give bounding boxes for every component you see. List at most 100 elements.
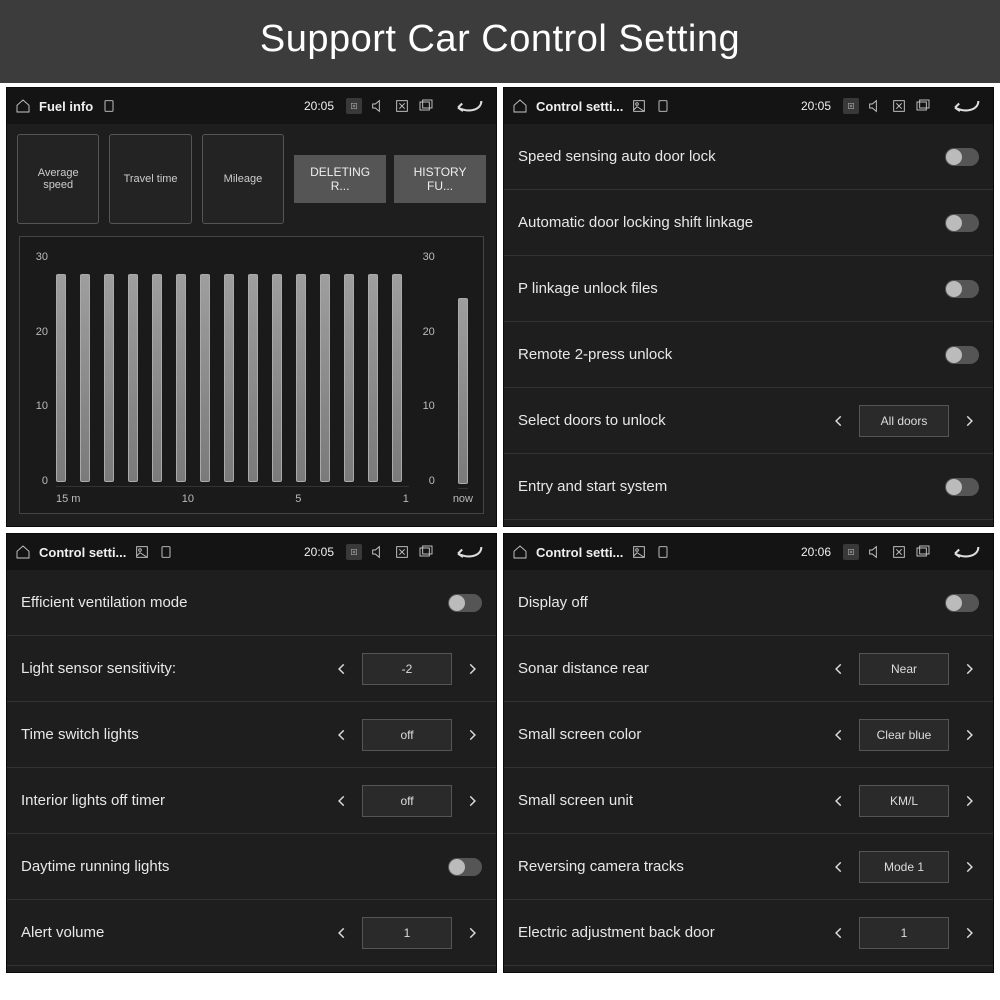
panel-control-settings-4: Control setti... 20:06 Display offSonar … (503, 533, 994, 973)
deleting-button[interactable]: DELETING R... (294, 155, 386, 203)
row-label: Light sensor sensitivity: (21, 660, 332, 677)
card-average-speed[interactable]: Average speed (17, 134, 99, 224)
home-icon[interactable] (15, 544, 31, 560)
close-app-icon[interactable] (394, 98, 410, 114)
settings-row: Interior lights off timer off (7, 768, 496, 834)
value-stepper: KM/L (829, 785, 979, 817)
settings-row: Daytime running lights (7, 834, 496, 900)
home-icon[interactable] (512, 98, 528, 114)
image-icon (631, 544, 647, 560)
settings-row: Time switch lightsoff (7, 702, 496, 768)
clock: 20:05 (304, 99, 334, 113)
close-app-icon[interactable] (394, 544, 410, 560)
settings-row: Sonar distance rearNear (504, 636, 993, 702)
chevron-left-icon[interactable] (829, 791, 849, 811)
panel-fuel-info: Fuel info 20:05 Average speed Travel tim… (6, 87, 497, 527)
chevron-right-icon[interactable] (462, 725, 482, 745)
chart-bar (296, 274, 306, 482)
recent-icon[interactable] (418, 98, 434, 114)
recent-icon[interactable] (915, 544, 931, 560)
value-stepper: Clear blue (829, 719, 979, 751)
stepper-value: Near (859, 653, 949, 685)
chevron-left-icon[interactable] (332, 659, 352, 679)
chevron-left-icon[interactable] (829, 659, 849, 679)
mute-icon[interactable] (370, 544, 386, 560)
toggle-switch[interactable] (448, 858, 482, 876)
sd-icon (101, 98, 117, 114)
toggle-switch[interactable] (945, 346, 979, 364)
row-label: Entry and start system (518, 478, 945, 495)
chevron-left-icon[interactable] (829, 725, 849, 745)
chevron-right-icon[interactable] (462, 923, 482, 943)
stepper-value: off (362, 785, 452, 817)
chevron-right-icon[interactable] (462, 791, 482, 811)
screenshot-icon[interactable] (843, 544, 859, 560)
mute-icon[interactable] (867, 544, 883, 560)
recent-icon[interactable] (418, 544, 434, 560)
screenshot-icon[interactable] (843, 98, 859, 114)
value-stepper: off (332, 785, 482, 817)
chart-bar (80, 274, 90, 482)
back-icon[interactable] (945, 94, 985, 118)
back-icon[interactable] (945, 540, 985, 564)
topbar: Control setti... 20:05 (504, 88, 993, 124)
chart-bar (56, 274, 66, 482)
home-icon[interactable] (15, 98, 31, 114)
chart-bar (368, 274, 378, 482)
topbar-title: Control setti... (536, 99, 623, 114)
card-mileage[interactable]: Mileage (202, 134, 284, 224)
card-travel-time[interactable]: Travel time (109, 134, 191, 224)
chevron-left-icon[interactable] (829, 411, 849, 431)
value-stepper: 1 (332, 917, 482, 949)
row-label: Electric adjustment back door (518, 924, 829, 941)
close-app-icon[interactable] (891, 98, 907, 114)
back-icon[interactable] (448, 94, 488, 118)
screenshot-icon[interactable] (346, 98, 362, 114)
toggle-switch[interactable] (448, 594, 482, 612)
chevron-right-icon[interactable] (462, 659, 482, 679)
settings-row: Remote 2-press unlock (504, 322, 993, 388)
chart-xaxis: 15 m 10 5 1 (56, 491, 409, 505)
row-label: Select doors to unlock (518, 412, 829, 429)
settings-row: Small screen unitKM/L (504, 768, 993, 834)
chart-bar (176, 274, 186, 482)
chevron-right-icon[interactable] (959, 659, 979, 679)
toggle-switch[interactable] (945, 478, 979, 496)
chevron-left-icon[interactable] (332, 725, 352, 745)
toggle-switch[interactable] (945, 148, 979, 166)
toggle-switch[interactable] (945, 594, 979, 612)
topbar: Control setti... 20:05 (7, 534, 496, 570)
chevron-left-icon[interactable] (332, 791, 352, 811)
screenshot-icon[interactable] (346, 544, 362, 560)
history-button[interactable]: HISTORY FU... (394, 155, 486, 203)
chart-bar (272, 274, 282, 482)
home-icon[interactable] (512, 544, 528, 560)
close-app-icon[interactable] (891, 544, 907, 560)
row-label: Remote 2-press unlock (518, 346, 945, 363)
row-label: Speed sensing auto door lock (518, 148, 945, 165)
sd-icon (655, 544, 671, 560)
back-icon[interactable] (448, 540, 488, 564)
chevron-left-icon[interactable] (332, 923, 352, 943)
mute-icon[interactable] (370, 98, 386, 114)
settings-list: Display off Sonar distance rearNear Small … (504, 570, 993, 972)
chevron-right-icon[interactable] (959, 791, 979, 811)
chevron-left-icon[interactable] (829, 857, 849, 877)
topbar-title: Fuel info (39, 99, 93, 114)
clock: 20:06 (801, 545, 831, 559)
mute-icon[interactable] (867, 98, 883, 114)
settings-list: Speed sensing auto door lockAutomatic do… (504, 124, 993, 526)
stepper-value: All doors (859, 405, 949, 437)
chevron-right-icon[interactable] (959, 923, 979, 943)
chevron-right-icon[interactable] (959, 725, 979, 745)
topbar-title: Control setti... (39, 545, 126, 560)
toggle-switch[interactable] (945, 280, 979, 298)
row-label: Display off (518, 594, 945, 611)
settings-row: Select doors to unlock All doors (504, 388, 993, 454)
chevron-left-icon[interactable] (829, 923, 849, 943)
recent-icon[interactable] (915, 98, 931, 114)
chevron-right-icon[interactable] (959, 411, 979, 431)
row-label: Interior lights off timer (21, 792, 332, 809)
chevron-right-icon[interactable] (959, 857, 979, 877)
toggle-switch[interactable] (945, 214, 979, 232)
